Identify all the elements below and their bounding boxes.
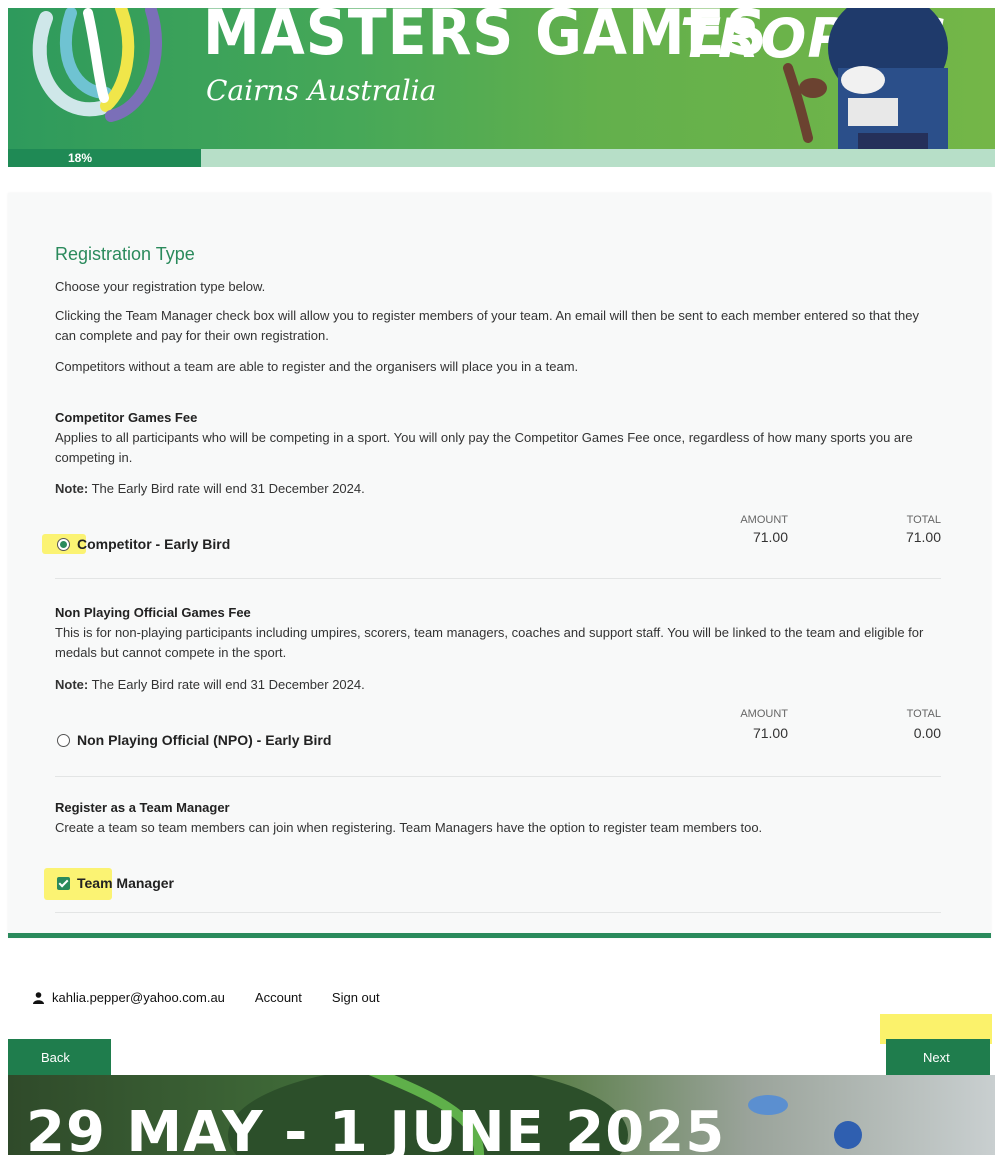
npo-fee-heading: Non Playing Official Games Fee (55, 605, 251, 620)
no-team-info: Competitors without a team are able to r… (55, 359, 579, 374)
progress-bar: 18% (8, 149, 995, 167)
note-label: Note: (55, 677, 89, 692)
dates-banner: 29 MAY - 1 JUNE 2025 (8, 1075, 995, 1155)
section-divider (55, 912, 941, 913)
progress-label: 18% (68, 151, 93, 165)
user-icon (33, 991, 44, 1004)
npo-early-bird-option[interactable]: Non Playing Official (NPO) - Early Bird (55, 732, 331, 748)
team-manager-option[interactable]: Team Manager (55, 875, 174, 891)
next-button[interactable]: Next (886, 1039, 990, 1075)
registration-card: Registration Type Choose your registrati… (8, 193, 991, 938)
user-email: kahlia.pepper@yahoo.com.au (52, 990, 225, 1005)
competitor-option-label: Competitor - Early Bird (77, 536, 231, 552)
competitor-total: 71.00 (905, 529, 941, 545)
npo-note: Note: The Early Bird rate will end 31 De… (55, 674, 935, 695)
athlete-image (783, 8, 948, 149)
team-manager-description: Create a team so team members can join w… (55, 820, 763, 835)
npo-fee-description: This is for non-playing participants inc… (55, 625, 924, 660)
competitor-early-bird-option[interactable]: Competitor - Early Bird (55, 536, 230, 552)
team-manager-checkbox[interactable] (57, 876, 70, 890)
note-text: The Early Bird rate will end 31 December… (88, 481, 365, 496)
user-bar: kahlia.pepper@yahoo.com.au Account Sign … (33, 990, 380, 1005)
team-manager-label: Team Manager (77, 875, 174, 891)
amount-column-header: AMOUNT (740, 708, 788, 720)
competitor-note: Note: The Early Bird rate will end 31 De… (55, 478, 935, 499)
npo-total: 0.00 (913, 725, 941, 741)
event-dates: 29 MAY - 1 JUNE 2025 (26, 1100, 726, 1155)
team-manager-heading: Register as a Team Manager (55, 800, 230, 815)
header-banner: MASTERS GAMES Cairns Australia TROPICS (8, 8, 995, 149)
npo-amount: 71.00 (752, 725, 788, 741)
note-label: Note: (55, 481, 89, 496)
sign-out-link[interactable]: Sign out (332, 990, 380, 1005)
npo-option-label: Non Playing Official (NPO) - Early Bird (77, 732, 332, 748)
section-divider (55, 578, 941, 579)
total-column-header: TOTAL (906, 514, 941, 526)
note-text: The Early Bird rate will end 31 December… (88, 677, 365, 692)
section-divider (55, 776, 941, 777)
banner-subtitle: Cairns Australia (206, 74, 437, 107)
competitor-amount: 71.00 (752, 529, 788, 545)
amount-column-header: AMOUNT (740, 514, 788, 526)
masters-games-logo (32, 8, 162, 122)
progress-fill (8, 149, 202, 167)
team-manager-info: Clicking the Team Manager check box will… (55, 308, 919, 343)
competitor-radio[interactable] (57, 537, 70, 551)
account-link[interactable]: Account (255, 990, 302, 1005)
intro-text: Choose your registration type below. (55, 279, 266, 294)
back-button[interactable]: Back (8, 1039, 111, 1075)
npo-radio[interactable] (57, 733, 70, 747)
competitor-fee-description: Applies to all participants who will be … (55, 430, 913, 465)
page-title: Registration Type (55, 244, 195, 264)
competitor-fee-heading: Competitor Games Fee (55, 410, 198, 425)
total-column-header: TOTAL (906, 708, 941, 720)
